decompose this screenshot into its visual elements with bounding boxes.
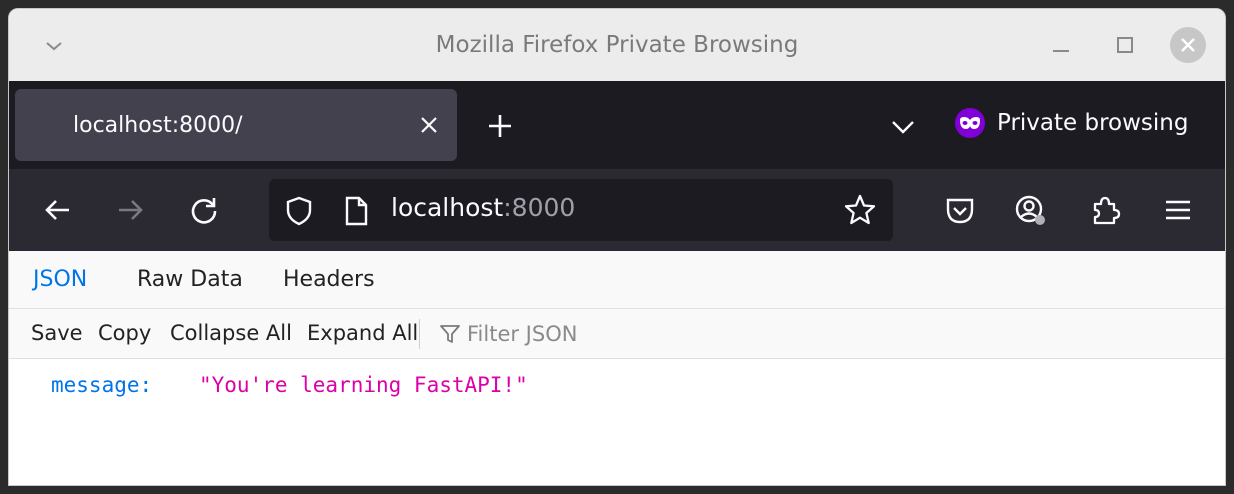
maximize-icon[interactable] [1111, 31, 1139, 59]
collapse-all-button[interactable]: Collapse All [170, 321, 292, 345]
account-icon[interactable] [1013, 193, 1047, 227]
filter-funnel-icon [439, 323, 461, 345]
url-port: :8000 [503, 193, 576, 222]
window-close-button[interactable] [1170, 27, 1206, 63]
close-icon [1181, 38, 1195, 52]
tab-headers[interactable]: Headers [283, 267, 375, 292]
window-menu-chevron-icon[interactable] [43, 35, 65, 57]
url-text[interactable]: localhost:8000 [391, 193, 575, 222]
json-key: message: [51, 373, 153, 397]
private-mask-icon [955, 108, 985, 138]
new-tab-plus-icon[interactable] [485, 111, 515, 141]
private-browsing-indicator: Private browsing [955, 103, 1188, 143]
url-bar[interactable]: localhost:8000 [269, 179, 893, 241]
tab-json[interactable]: JSON [33, 267, 87, 292]
extensions-puzzle-icon[interactable] [1089, 193, 1123, 227]
filter-json-input[interactable] [467, 317, 767, 351]
tab-raw-data[interactable]: Raw Data [137, 267, 243, 292]
bookmark-star-icon[interactable] [843, 193, 877, 227]
list-all-tabs-chevron-icon[interactable] [889, 113, 917, 141]
minimize-icon[interactable] [1047, 31, 1075, 59]
navigation-toolbar: localhost:8000 [9, 169, 1225, 251]
pocket-icon[interactable] [943, 193, 977, 227]
json-value: "You're learning FastAPI!" [199, 373, 528, 397]
tab-localhost[interactable]: localhost:8000/ [15, 89, 457, 161]
browser-window: Mozilla Firefox Private Browsing localho… [8, 8, 1226, 486]
private-browsing-label: Private browsing [997, 110, 1189, 136]
json-toolbar: Save Copy Collapse All Expand All [9, 309, 1225, 359]
page-info-icon[interactable] [341, 195, 371, 227]
tab-strip: localhost:8000/ Private browsing [9, 81, 1225, 169]
tab-title: localhost:8000/ [73, 112, 243, 138]
copy-button[interactable]: Copy [98, 321, 151, 345]
forward-arrow-icon[interactable] [113, 193, 147, 227]
window-title: Mozilla Firefox Private Browsing [435, 32, 799, 58]
tracking-protection-shield-icon[interactable] [283, 195, 315, 227]
expand-all-button[interactable]: Expand All [307, 321, 418, 345]
hamburger-menu-icon[interactable] [1161, 193, 1195, 227]
reload-icon[interactable] [187, 193, 221, 227]
json-content: message: "You're learning FastAPI!" [9, 359, 1225, 485]
url-host: localhost [391, 193, 504, 222]
title-bar: Mozilla Firefox Private Browsing [9, 9, 1225, 81]
tab-close-icon[interactable] [417, 113, 441, 137]
json-viewer-tabs: JSON Raw Data Headers [9, 251, 1225, 309]
back-arrow-icon[interactable] [41, 193, 75, 227]
toolbar-divider [419, 319, 420, 349]
save-button[interactable]: Save [31, 321, 83, 345]
